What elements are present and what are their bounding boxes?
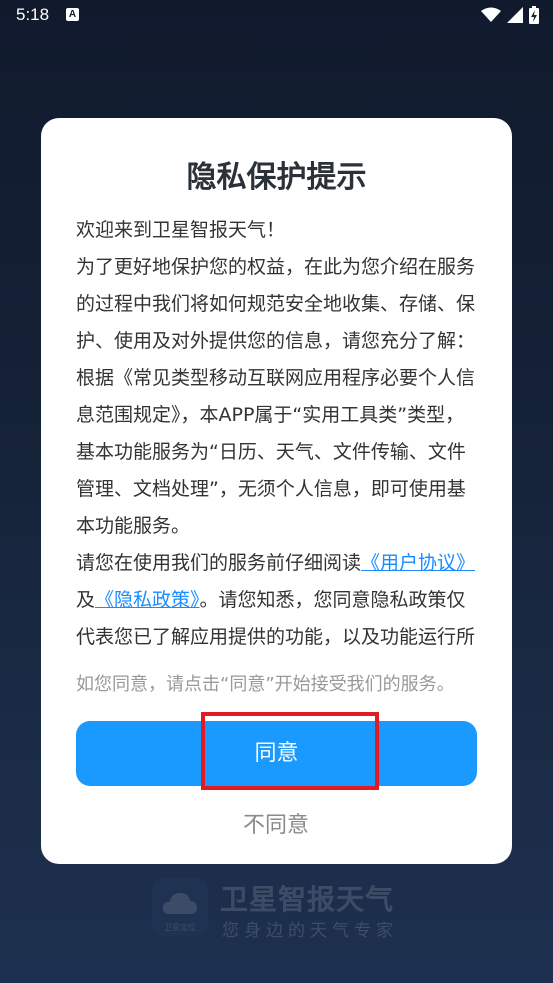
privacy-intro-text: 为了更好地保护您的权益，在此为您介绍在服务的过程中我们将如何规范安全地收集、存储… — [76, 256, 476, 537]
battery-charging-icon — [529, 6, 539, 24]
consent-hint: 如您同意，请点击“同意”开始接受我们的服务。 — [76, 674, 455, 695]
status-time: 5:18 — [16, 5, 50, 24]
privacy-policy-link[interactable]: 《隐私政策》 — [95, 589, 200, 611]
app-logo-icon: 卫星定位 — [152, 878, 208, 936]
welcome-text: 欢迎来到卫星智报天气！ — [76, 219, 286, 241]
disagree-button[interactable]: 不同意 — [176, 808, 376, 844]
signal-icon — [507, 7, 523, 23]
app-slogan: 您身边的天气专家 — [222, 921, 398, 941]
agreement-paragraph: 请您在使用我们的服务前仔细阅读《用户协议》及《隐私政策》。请您知悉，您同意隐私政… — [76, 545, 481, 656]
status-icons — [481, 6, 539, 24]
notification-a-icon: A — [66, 8, 79, 21]
agreement-text-before: 请您在使用我们的服务前仔细阅读 — [76, 552, 362, 574]
status-bar: 5:18 A — [0, 0, 553, 30]
app-name: 卫星智报天气 — [220, 883, 395, 916]
wifi-icon — [481, 7, 501, 23]
dialog-title: 隐私保护提示 — [186, 160, 367, 195]
privacy-dialog: 隐私保护提示 欢迎来到卫星智报天气！ 为了更好地保护您的权益，在此为您介绍在服务… — [41, 118, 512, 864]
app-logo-caption: 卫星定位 — [164, 923, 196, 932]
user-agreement-link[interactable]: 《用户协议》 — [361, 552, 475, 574]
dialog-body[interactable]: 欢迎来到卫星智报天气！ 为了更好地保护您的权益，在此为您介绍在服务的过程中我们将… — [76, 212, 481, 656]
agreement-text-and: 及 — [76, 589, 96, 611]
background-app-logo: 卫星定位 卫星智报天气 您身边的天气专家 — [152, 876, 402, 941]
agree-button[interactable]: 同意 — [76, 721, 477, 786]
